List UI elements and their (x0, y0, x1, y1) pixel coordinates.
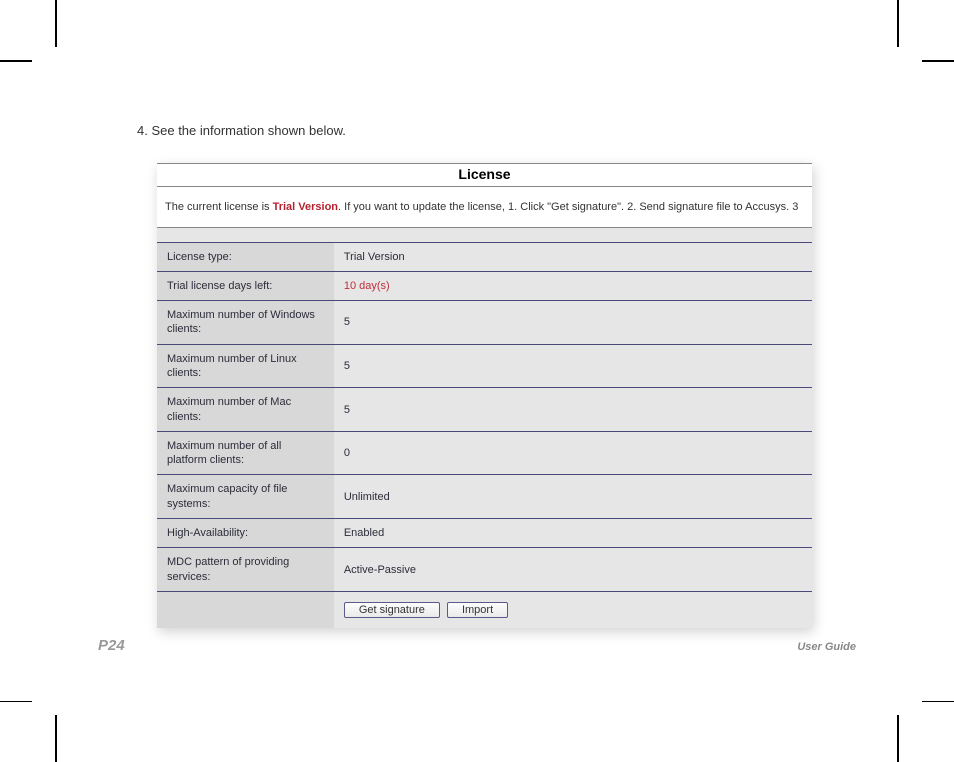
row-label: Maximum capacity of file systems: (157, 475, 334, 519)
guide-label: User Guide (797, 641, 856, 653)
crop-mark (922, 60, 954, 62)
table-row: Maximum capacity of file systems: Unlimi… (157, 475, 812, 519)
crop-mark (897, 0, 899, 47)
table-row: Maximum number of Linux clients: 5 (157, 344, 812, 388)
get-signature-button[interactable]: Get signature (344, 602, 440, 618)
table-row: Trial license days left: 10 day(s) (157, 271, 812, 300)
page-footer: P24 User Guide (98, 637, 856, 654)
crop-mark (0, 701, 32, 703)
row-label: License type: (157, 242, 334, 271)
row-value: 5 (334, 344, 812, 388)
row-label: Maximum number of Windows clients: (157, 301, 334, 345)
row-value: 0 (334, 431, 812, 475)
crop-mark (897, 715, 899, 762)
row-value: 5 (334, 388, 812, 432)
crop-mark (55, 0, 57, 47)
row-value: Trial Version (334, 242, 812, 271)
notice-pre: The current license is (165, 201, 273, 213)
license-screenshot: License The current license is Trial Ver… (157, 163, 812, 628)
row-label: Maximum number of Linux clients: (157, 344, 334, 388)
row-value: Enabled (334, 519, 812, 548)
license-table: License type: Trial Version Trial licens… (157, 228, 812, 628)
panel-title: License (458, 166, 510, 182)
table-row: Maximum number of Mac clients: 5 (157, 388, 812, 432)
panel-title-bar: License (157, 163, 812, 187)
notice-post: . If you want to update the license, 1. … (338, 201, 798, 213)
step-instruction: 4. See the information shown below. (137, 123, 954, 138)
crop-mark (0, 60, 32, 62)
row-label: Maximum number of Mac clients: (157, 388, 334, 432)
crop-mark (55, 715, 57, 762)
notice-trial-version: Trial Version (273, 201, 338, 213)
license-notice: The current license is Trial Version. If… (157, 187, 812, 228)
table-row: MDC pattern of providing services: Activ… (157, 548, 812, 592)
table-row: License type: Trial Version (157, 242, 812, 271)
import-button[interactable]: Import (447, 602, 508, 618)
row-label: MDC pattern of providing services: (157, 548, 334, 592)
table-row: Maximum number of all platform clients: … (157, 431, 812, 475)
row-label: Trial license days left: (157, 271, 334, 300)
table-row: High-Availability: Enabled (157, 519, 812, 548)
row-value: Unlimited (334, 475, 812, 519)
row-value: Active-Passive (334, 548, 812, 592)
row-label: High-Availability: (157, 519, 334, 548)
crop-mark (922, 701, 954, 703)
page-content: 4. See the information shown below. Lice… (137, 123, 954, 628)
table-row: Maximum number of Windows clients: 5 (157, 301, 812, 345)
button-row: Get signature Import (157, 591, 812, 628)
page-number: P24 (98, 637, 125, 654)
row-label: Maximum number of all platform clients: (157, 431, 334, 475)
row-value: 10 day(s) (334, 271, 812, 300)
row-value: 5 (334, 301, 812, 345)
